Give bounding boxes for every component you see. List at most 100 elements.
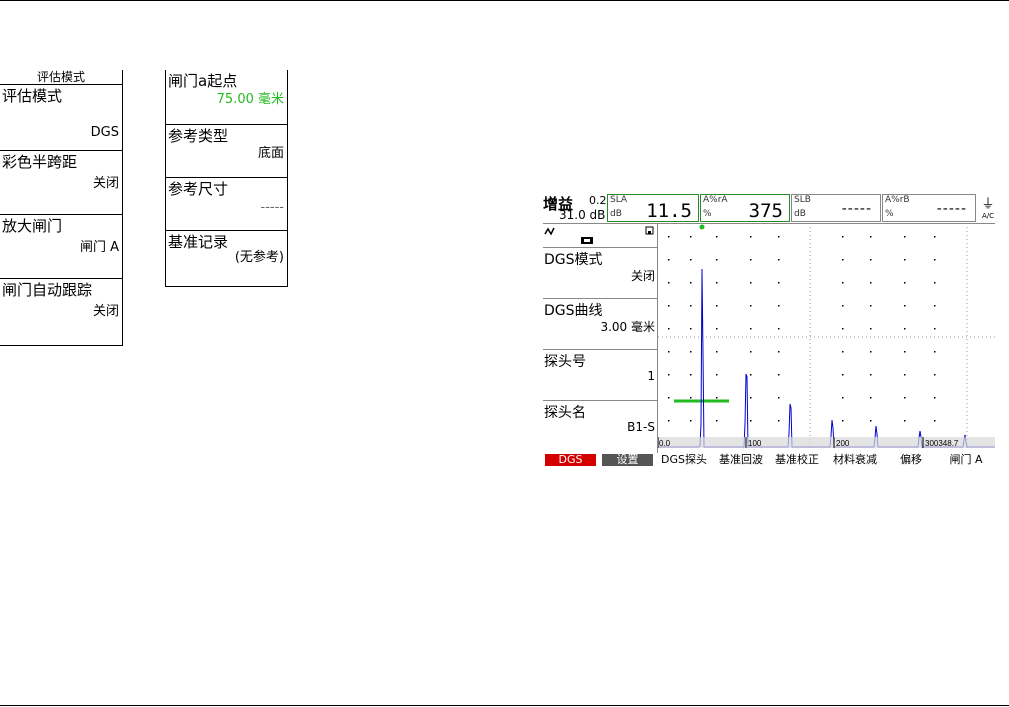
reading-label: SLB [794, 195, 811, 205]
menu-item-reference-record[interactable]: 基准记录 (无参考) [166, 231, 287, 286]
side-item-label: 探头号 [544, 354, 586, 370]
grid-dot [934, 305, 936, 307]
grid-dot [904, 374, 906, 376]
reading-label: A%rB [885, 195, 910, 205]
grid-dot [842, 351, 844, 353]
menu-title: 评估模式 [0, 70, 122, 85]
grid-dot [668, 397, 670, 399]
grid-dot [870, 282, 872, 284]
grid-dot [690, 397, 692, 399]
reading-amp-ref-a: A%rA % 375 [700, 194, 790, 222]
grid-dot [750, 374, 752, 376]
bottom-btn-ref-correction[interactable]: 基准校正 [770, 454, 824, 466]
grid-dot [690, 236, 692, 238]
menu-item-color-half-skip[interactable]: 彩色半跨距 关闭 [0, 151, 122, 215]
function-sidebar: DGS模式 关闭 DGS曲线 3.00 毫米 探头号 1 探头名 B1-S [543, 224, 658, 453]
side-item-dgs-curve[interactable]: DGS曲线 3.00 毫米 [543, 299, 657, 350]
side-item-label: DGS模式 [544, 252, 603, 268]
grid-dot [870, 374, 872, 376]
side-item-label: 探头名 [544, 405, 586, 421]
grid-dot [750, 236, 752, 238]
rectify-icon [544, 227, 555, 236]
grid-dot [690, 374, 692, 376]
grid-dot [842, 420, 844, 422]
grid-dot [904, 420, 906, 422]
menu-item-reference-size[interactable]: 参考尺寸 ----- [166, 178, 287, 231]
reading-value: 11.5 [646, 200, 692, 222]
reading-unit: dB [794, 209, 806, 219]
grid-dot [870, 351, 872, 353]
side-item-probe-number[interactable]: 探头号 1 [543, 350, 657, 401]
grid-dot [690, 282, 692, 284]
grid-dot [690, 420, 692, 422]
grid-dot [716, 397, 718, 399]
menu-item-value: (无参考) [234, 250, 284, 265]
menu-item-value: 关闭 [92, 176, 119, 191]
scale-label-0: 0.0 [659, 439, 671, 448]
menu-item-gate-a-start[interactable]: 闸门a起点 75.00 毫米 [166, 70, 287, 125]
grid-dot [778, 420, 780, 422]
grid-dot [842, 259, 844, 261]
reading-unit: % [885, 209, 894, 219]
grid-dot [934, 397, 936, 399]
bottom-btn-settings[interactable]: 设置 [602, 454, 653, 466]
menu-item-reference-type[interactable]: 参考类型 底面 [166, 125, 287, 178]
side-item-probe-name[interactable]: 探头名 B1-S [543, 401, 657, 452]
grid-dot [870, 397, 872, 399]
bottom-btn-gate-a[interactable]: 闸门 A [939, 454, 993, 466]
bottom-btn-dgs[interactable]: DGS [545, 454, 596, 466]
side-item-dgs-mode[interactable]: DGS模式 关闭 [543, 248, 657, 299]
grid-dot [690, 259, 692, 261]
grid-dot [668, 236, 670, 238]
scale-label-200: 200 [836, 439, 850, 448]
grid-dot [716, 282, 718, 284]
menu-item-label: 基准记录 [168, 233, 229, 251]
bottom-btn-material-atten[interactable]: 材料衰减 [827, 454, 883, 466]
bottom-rule [0, 705, 1009, 706]
side-item-value: 关闭 [630, 269, 655, 283]
echo-signal [658, 268, 995, 448]
bottom-btn-ref-echo[interactable]: 基准回波 [714, 454, 768, 466]
grid-dot [716, 374, 718, 376]
menu-item-value: 闸门 A [79, 240, 119, 255]
grid-dot [842, 305, 844, 307]
grid-dot [778, 328, 780, 330]
grid-dot [934, 282, 936, 284]
grid-dot [750, 282, 752, 284]
grid-dot [904, 259, 906, 261]
menu-item-zoom-gate[interactable]: 放大闸门 闸门 A [0, 215, 122, 279]
grid-dot [750, 328, 752, 330]
power-plug-icon: ⏚ A/C [981, 197, 995, 220]
menu-item-eval-mode[interactable]: 评估模式 DGS [0, 85, 122, 151]
grid-dot [716, 259, 718, 261]
grid-dot [750, 351, 752, 353]
reading-unit: dB [610, 209, 622, 219]
instrument-screen: 增益 0.2 31.0 dB SLA dB 11.5 A%rA % 375 SL… [543, 193, 995, 467]
grid-dot [668, 328, 670, 330]
grid-dot [716, 420, 718, 422]
grid-dot [904, 351, 906, 353]
grid-dot [690, 351, 692, 353]
grid-dot [904, 236, 906, 238]
reading-value: ----- [936, 201, 967, 217]
grid-dot [870, 420, 872, 422]
grid-dot [934, 259, 936, 261]
grid-dot [934, 236, 936, 238]
grid-dot [750, 259, 752, 261]
grid-dot [778, 397, 780, 399]
menu-item-label: 闸门自动跟踪 [2, 281, 93, 299]
grid-dot [716, 351, 718, 353]
grid-dot [668, 282, 670, 284]
grid-dot [716, 305, 718, 307]
a-scan-display: 0.0 100 200 300348.7 [657, 224, 995, 453]
bottom-btn-dgs-probe[interactable]: DGS探头 [658, 454, 710, 466]
menu-item-value: DGS [90, 125, 119, 140]
grid-dot [668, 420, 670, 422]
bottom-btn-offset[interactable]: 偏移 [886, 454, 936, 466]
menu-item-gate-auto-track[interactable]: 闸门自动跟踪 关闭 [0, 279, 122, 343]
grid-dot [778, 374, 780, 376]
grid-dot [904, 282, 906, 284]
menu-item-label: 评估模式 [2, 87, 63, 105]
grid-dot [842, 397, 844, 399]
grid-dot [778, 236, 780, 238]
